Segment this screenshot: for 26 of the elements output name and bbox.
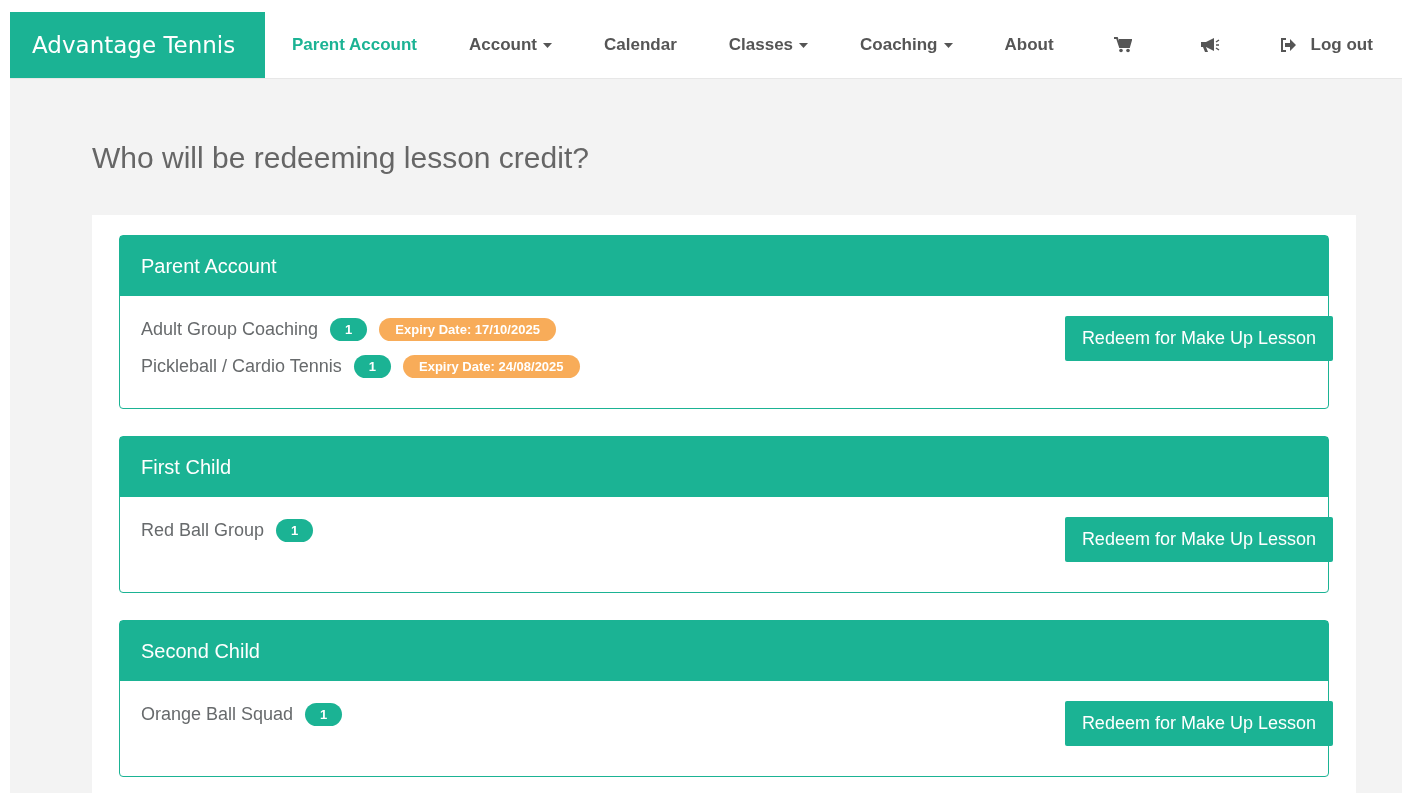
nav-dropdown[interactable]: Classes bbox=[702, 35, 835, 55]
caret-icon bbox=[543, 42, 552, 48]
logout-icon bbox=[1279, 38, 1297, 52]
logout-link[interactable]: Log out bbox=[1253, 35, 1399, 55]
nav-link[interactable]: Calendar bbox=[578, 35, 703, 55]
class-name: Pickleball / Cardio Tennis bbox=[141, 356, 342, 377]
caret-icon bbox=[943, 42, 953, 48]
credit-count-badge: 1 bbox=[353, 355, 391, 378]
class-name: Orange Ball Squad bbox=[141, 704, 294, 725]
caret-icon bbox=[799, 42, 809, 48]
page-heading: Who will be redeeming lesson credit? bbox=[92, 141, 590, 175]
megaphone-icon[interactable] bbox=[1199, 37, 1220, 53]
nav-dropdown[interactable]: Coaching bbox=[834, 35, 979, 55]
card-header: Parent Account bbox=[120, 236, 1328, 296]
class-name: Adult Group Coaching bbox=[141, 319, 319, 340]
cart-icon[interactable] bbox=[1113, 37, 1132, 53]
credit-count-badge: 1 bbox=[305, 703, 343, 726]
credit-count-badge: 1 bbox=[330, 318, 368, 341]
credit-count-badge: 1 bbox=[276, 519, 314, 542]
expiry-date-badge: Expiry Date: 17/10/2025 bbox=[379, 318, 556, 341]
nav-dropdown[interactable]: Account bbox=[443, 35, 578, 55]
expiry-date-badge: Expiry Date: 24/08/2025 bbox=[403, 355, 580, 378]
card-header: Second Child bbox=[120, 621, 1328, 681]
class-name: Red Ball Group bbox=[141, 520, 265, 541]
card-header: First Child bbox=[120, 437, 1328, 497]
nav-link[interactable]: About bbox=[978, 35, 1080, 55]
